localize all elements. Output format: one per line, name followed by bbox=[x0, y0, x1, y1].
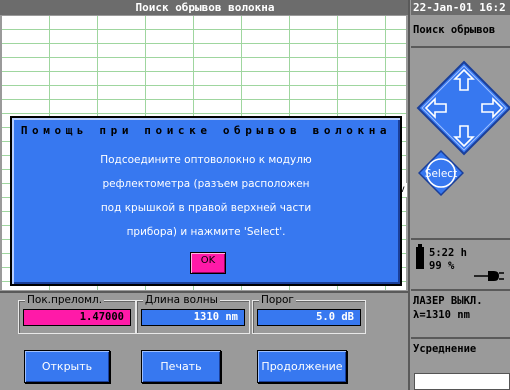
side-divider bbox=[411, 238, 510, 240]
threshold-label: Порог bbox=[259, 294, 296, 306]
right-arrow-icon[interactable] bbox=[480, 96, 504, 120]
ok-button[interactable]: OK bbox=[190, 252, 226, 274]
battery-status: 5:22 h 99 % bbox=[416, 243, 510, 283]
mode-label: Поиск обрывов bbox=[413, 24, 496, 36]
select-button-label: Select bbox=[425, 168, 457, 180]
averaging-progress bbox=[414, 373, 510, 390]
index-field[interactable]: 1.47000 bbox=[23, 309, 131, 326]
laser-state: ЛАЗЕР ВЫКЛ. bbox=[413, 295, 483, 307]
index-label: Пок.преломл. bbox=[25, 294, 105, 306]
window-title: Поиск обрывов волокна bbox=[0, 0, 410, 15]
wavelength-field[interactable]: 1310 nm bbox=[141, 309, 245, 326]
down-arrow-icon[interactable] bbox=[452, 124, 476, 148]
direction-pad bbox=[416, 60, 510, 156]
side-divider bbox=[411, 46, 510, 48]
dialog-body: Подсоедините оптоволокно к модулю рефлек… bbox=[12, 148, 400, 244]
params-separator bbox=[0, 291, 408, 293]
side-separator bbox=[408, 0, 410, 390]
dialog-line: рефлектометра (разъем расположен bbox=[102, 178, 310, 190]
up-arrow-icon[interactable] bbox=[452, 68, 476, 92]
open-button[interactable]: Открыть bbox=[24, 350, 110, 383]
threshold-group: Порог 5.0 dB bbox=[252, 294, 366, 334]
dialog-line: Подсоедините оптоволокно к модулю bbox=[100, 154, 312, 166]
power-plug-icon bbox=[474, 271, 504, 281]
side-divider bbox=[411, 289, 510, 291]
threshold-field[interactable]: 5.0 dB bbox=[257, 309, 361, 326]
dialog-line: прибора) и нажмите 'Select'. bbox=[126, 226, 286, 238]
datetime-display: 22-Jan-01 16:2 bbox=[411, 0, 510, 15]
side-divider bbox=[411, 337, 510, 339]
dialog-line: под крышкой в правой верхней части bbox=[100, 202, 312, 214]
continue-button[interactable]: Продолжение bbox=[257, 350, 347, 383]
laser-status: ЛАЗЕР ВЫКЛ. λ=1310 nm bbox=[413, 294, 510, 322]
index-group: Пок.преломл. 1.47000 bbox=[18, 294, 136, 334]
print-button[interactable]: Печать bbox=[141, 350, 221, 383]
help-dialog: Помощь при поиске обрывов волокна Подсое… bbox=[10, 116, 402, 286]
wavelength-group: Длина волны 1310 nm bbox=[136, 294, 250, 334]
battery-icon bbox=[416, 244, 424, 269]
laser-wavelength: λ=1310 nm bbox=[413, 309, 470, 321]
averaging-label: Усреднение bbox=[413, 343, 477, 355]
wavelength-label: Длина волны bbox=[143, 294, 220, 306]
battery-percent: 99 % bbox=[429, 260, 455, 272]
dialog-title: Помощь при поиске обрывов волокна bbox=[20, 124, 392, 137]
battery-time: 5:22 h bbox=[429, 247, 467, 259]
left-arrow-icon[interactable] bbox=[424, 96, 448, 120]
select-button[interactable]: Select bbox=[417, 149, 465, 197]
